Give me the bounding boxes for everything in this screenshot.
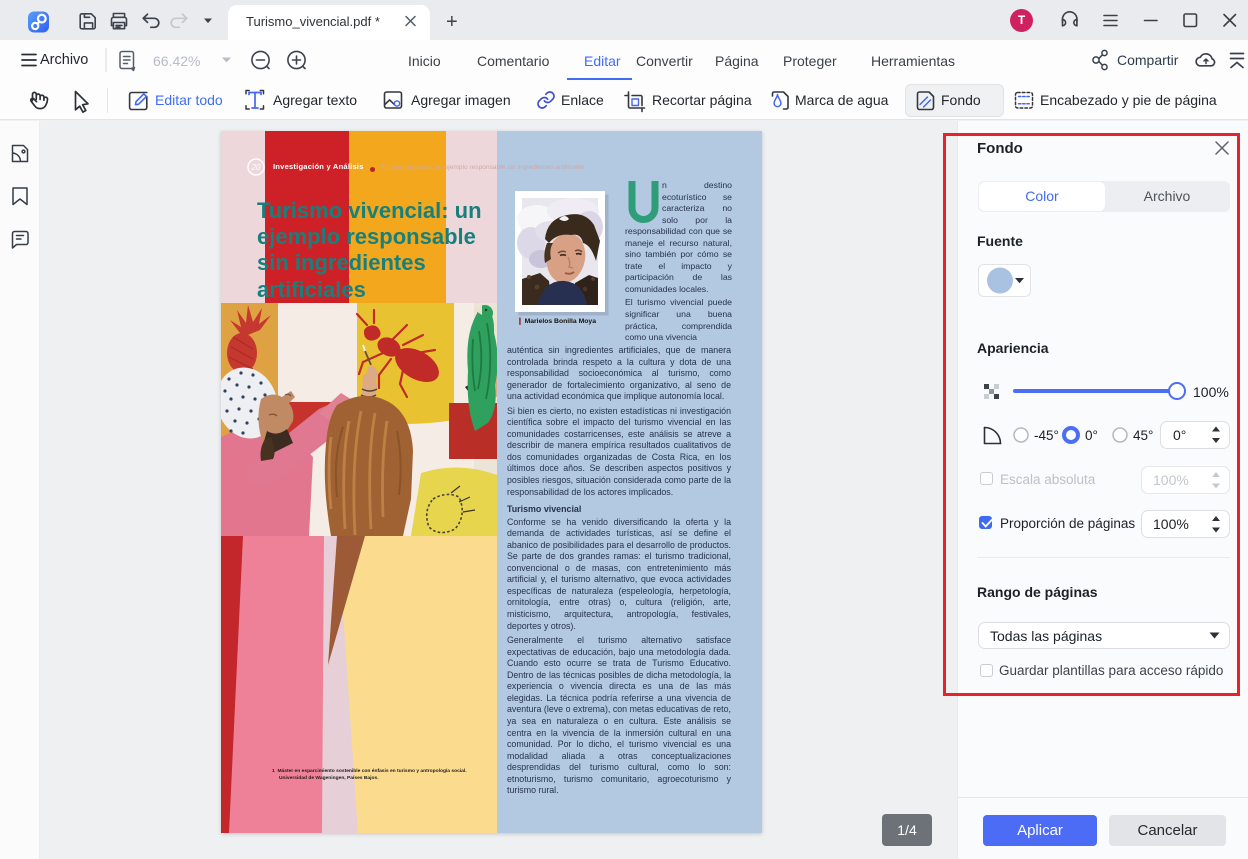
- svg-text:20: 20: [251, 163, 261, 172]
